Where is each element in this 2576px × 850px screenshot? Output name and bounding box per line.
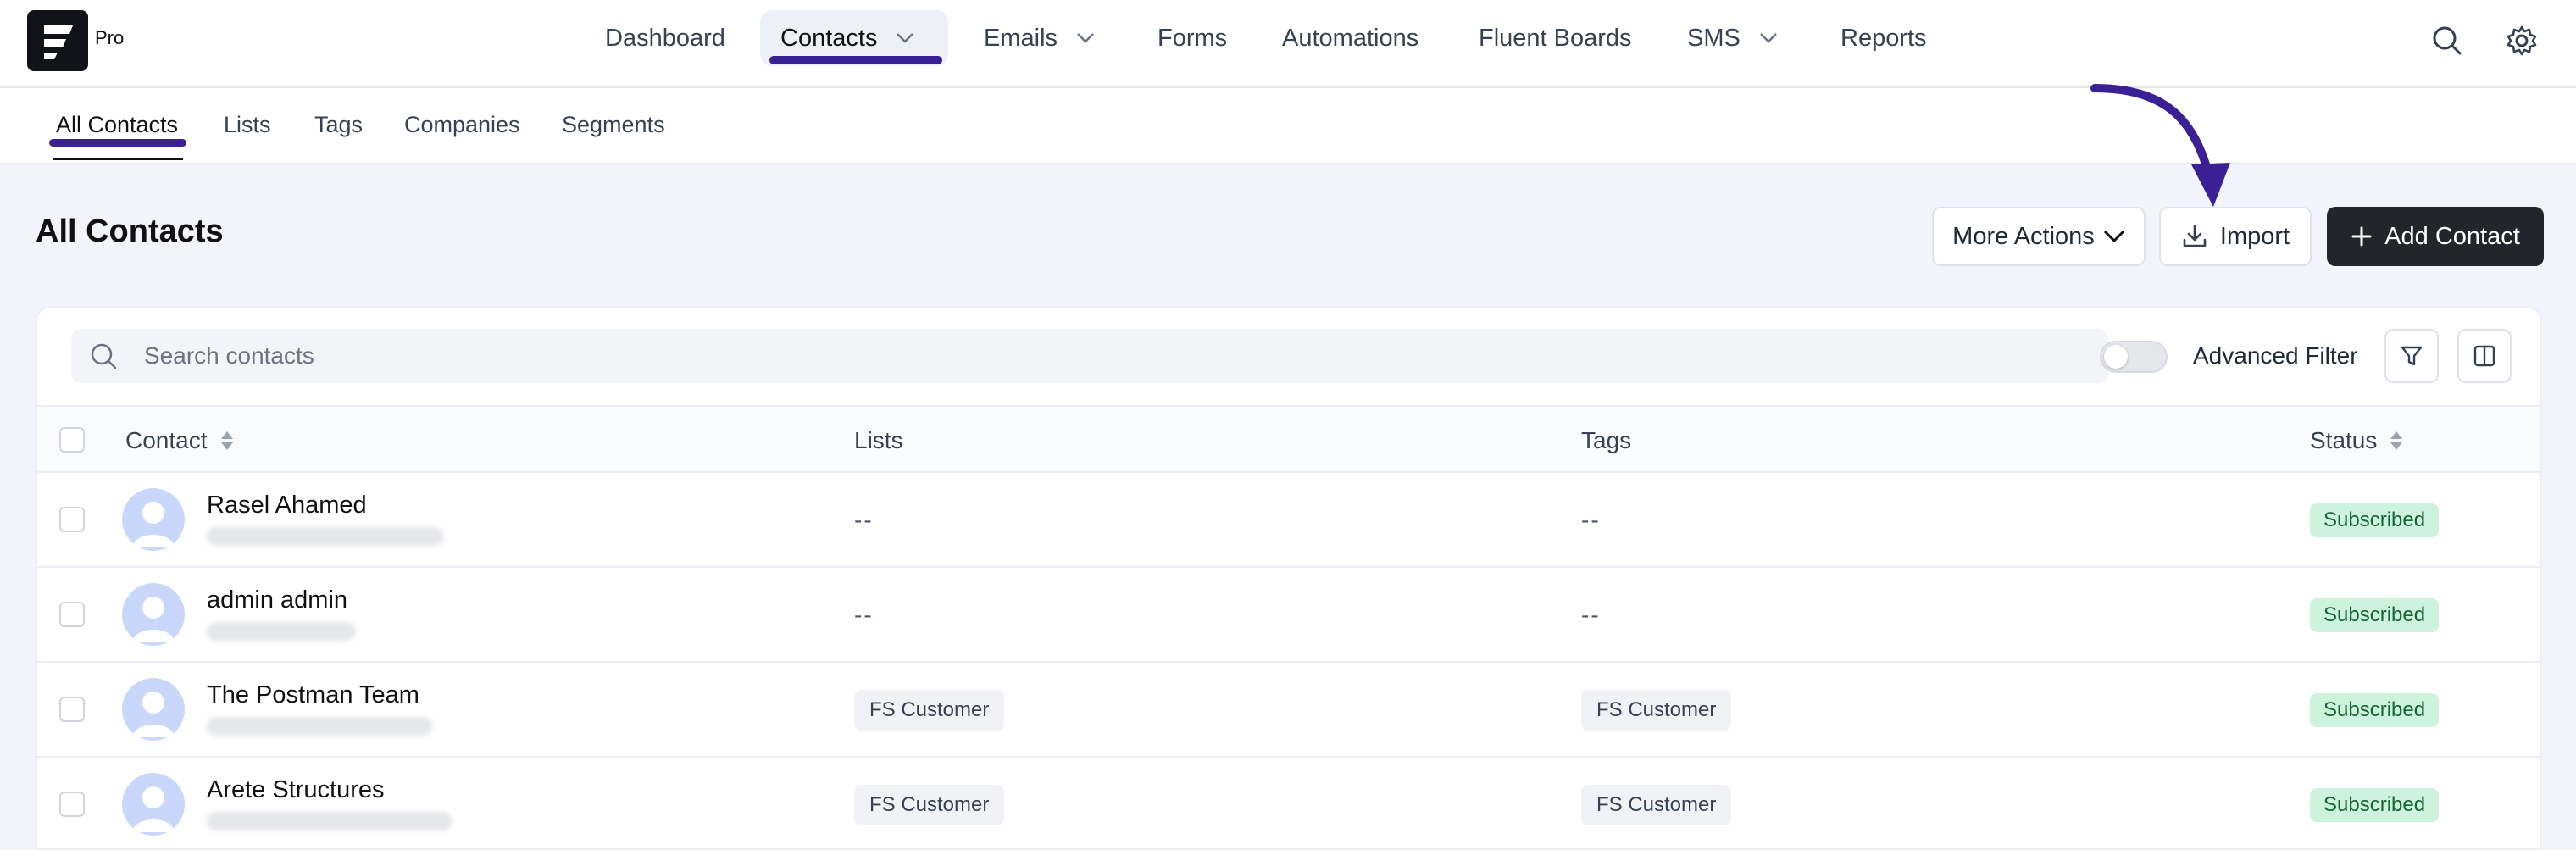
search-icon [91,343,117,369]
contact-email-redacted [207,717,432,736]
contact-tag: FS Customer [1581,785,1732,825]
contact-name[interactable]: The Postman Team [207,681,419,709]
status-badge: Subscribed [2310,788,2440,822]
pro-label: Pro [95,27,125,48]
active-tab-line [53,158,183,160]
filter-button[interactable] [2384,329,2439,383]
filter-icon [2401,346,2423,366]
add-contact-button[interactable]: Add Contact [2327,207,2544,266]
nav-forms[interactable]: Forms [1158,10,1227,66]
nav-fluent-boards[interactable]: Fluent Boards [1479,10,1632,66]
tab-lists[interactable]: Lists [224,112,271,138]
contact-email-redacted [207,622,356,641]
fluentcrm-logo[interactable] [27,10,88,71]
contact-name[interactable]: Arete Structures [207,776,385,804]
columns-icon [2473,345,2496,367]
nav-contacts-label: Contacts [780,24,878,52]
chevron-down-icon [2103,230,2124,243]
nav-dashboard[interactable]: Dashboard [605,10,725,66]
avatar [122,773,185,836]
nav-dashboard-label: Dashboard [605,24,725,52]
download-icon [2183,225,2207,247]
chevron-down-icon [1077,33,1094,43]
import-label: Import [2219,222,2290,250]
more-actions-label: More Actions [1952,222,2095,250]
lists-cell: -- [854,602,874,628]
columns-button[interactable] [2457,329,2512,383]
tab-segments[interactable]: Segments [562,112,665,138]
nav-emails[interactable]: Emails [984,10,1095,66]
top-navigation: Pro Dashboard Contacts Emails Forms Auto… [0,0,2576,88]
chevron-down-icon [1759,33,1777,43]
page-title: All Contacts [36,214,224,249]
tab-tags[interactable]: Tags [314,112,363,138]
status-badge: Subscribed [2310,598,2440,632]
nav-forms-label: Forms [1158,24,1228,52]
table-header: Contact Lists Tags Status [37,405,2540,473]
lists-cell: -- [854,507,874,533]
column-contact-label: Contact [125,427,208,453]
tags-cell: -- [1581,507,1601,533]
advanced-filter-label: Advanced Filter [2193,342,2358,369]
row-checkbox[interactable] [59,697,85,722]
column-status[interactable]: Status [2310,427,2404,454]
active-nav-indicator [769,56,942,64]
row-checkbox[interactable] [59,507,85,532]
column-tags-label: Tags [1581,427,1632,453]
gear-icon[interactable] [2501,20,2542,61]
contact-tag: FS Customer [1581,690,1732,731]
chevron-down-icon [897,33,914,43]
nav-sms-label: SMS [1687,24,1740,52]
sort-icon [220,431,233,450]
avatar [122,488,185,551]
column-tags: Tags [1581,427,1631,454]
list-tag: FS Customer [854,785,1005,825]
avatar [122,583,185,646]
table-row[interactable]: Arete Structures FS Customer FS Customer… [37,758,2540,850]
avatar [122,678,185,741]
column-contact[interactable]: Contact [125,427,235,454]
add-contact-label: Add Contact [2384,222,2520,250]
sort-icon [2390,431,2403,450]
nav-emails-label: Emails [984,24,1058,52]
plus-icon [2351,226,2372,247]
nav-automations-label: Automations [1282,24,1419,52]
search-icon[interactable] [2427,20,2468,61]
status-badge: Subscribed [2310,693,2440,727]
tags-cell: -- [1581,602,1601,628]
contact-email-redacted [207,812,452,831]
column-lists: Lists [854,427,903,454]
column-status-label: Status [2310,427,2378,453]
status-badge: Subscribed [2310,503,2440,537]
column-lists-label: Lists [854,427,903,453]
table-row[interactable]: The Postman Team FS Customer FS Customer… [37,663,2540,758]
more-actions-button[interactable]: More Actions [1932,207,2146,266]
contacts-card: Advanced Filter Contact Lists Tags Statu… [36,307,2542,850]
nav-reports-label: Reports [1840,24,1927,52]
table-row[interactable]: admin admin -- -- Subscribed [37,568,2540,663]
advanced-filter-toggle[interactable] [2100,341,2168,373]
tab-all-contacts[interactable]: All Contacts [56,112,178,138]
annotation-arrow [2090,84,2230,207]
nav-fluent-boards-label: Fluent Boards [1479,24,1632,52]
row-checkbox[interactable] [59,602,85,627]
select-all-checkbox[interactable] [59,427,85,453]
nav-sms[interactable]: SMS [1687,10,1778,66]
nav-reports[interactable]: Reports [1840,10,1927,66]
toggle-knob [2104,345,2128,369]
contact-name[interactable]: Rasel Ahamed [207,492,367,519]
contact-email-redacted [207,527,444,546]
nav-automations[interactable]: Automations [1282,10,1418,66]
contact-name[interactable]: admin admin [207,586,347,614]
import-button[interactable]: Import [2159,207,2312,266]
search-bar [71,329,2108,383]
table-row[interactable]: Rasel Ahamed -- -- Subscribed [37,473,2540,568]
list-tag: FS Customer [854,690,1005,731]
active-tab-indicator [49,139,186,147]
search-input[interactable] [144,337,2076,375]
tab-companies[interactable]: Companies [404,112,520,138]
row-checkbox[interactable] [59,792,85,817]
